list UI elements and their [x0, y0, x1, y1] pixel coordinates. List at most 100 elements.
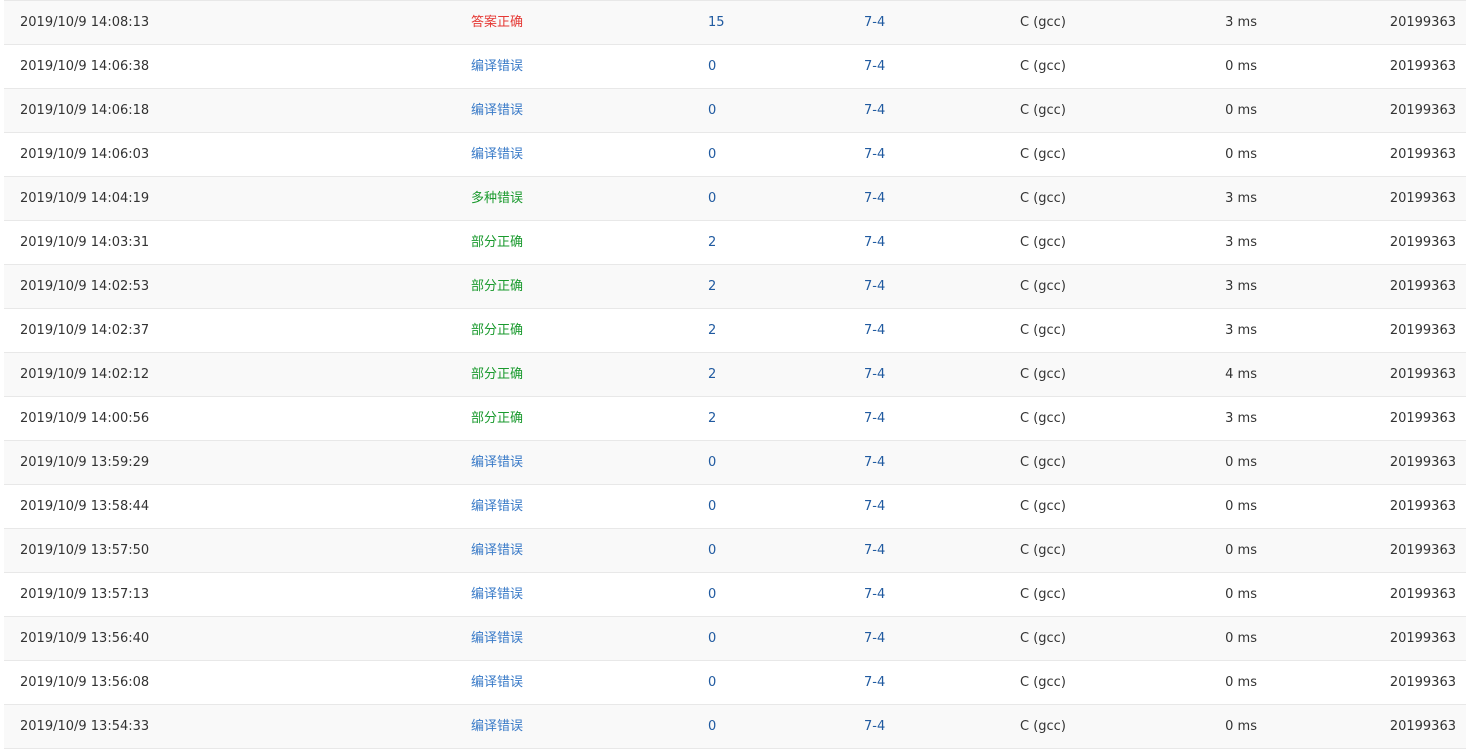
user-id: 20199363 — [1389, 587, 1456, 602]
run-time: 0 ms — [1225, 499, 1257, 514]
table-row: 2019/10/9 13:57:50 编译错误 0 7-4 C (gcc) 0 … — [4, 529, 1466, 573]
submit-time: 2019/10/9 14:04:19 — [20, 191, 150, 206]
status-link[interactable]: 多种错误 — [471, 177, 523, 220]
user-id: 20199363 — [1389, 367, 1456, 382]
run-time: 0 ms — [1225, 103, 1257, 118]
status-link[interactable]: 编译错误 — [471, 573, 523, 616]
score-link[interactable]: 0 — [708, 617, 716, 660]
score-link[interactable]: 2 — [708, 309, 716, 352]
status-link[interactable]: 编译错误 — [471, 617, 523, 660]
submit-time: 2019/10/9 14:03:31 — [20, 235, 150, 250]
score-link[interactable]: 2 — [708, 397, 716, 440]
run-time: 3 ms — [1225, 235, 1257, 250]
run-time: 3 ms — [1225, 323, 1257, 338]
score-link[interactable]: 0 — [708, 573, 716, 616]
run-time: 0 ms — [1225, 587, 1257, 602]
score-link[interactable]: 2 — [708, 353, 716, 396]
run-time: 3 ms — [1225, 279, 1257, 294]
compiler-label: C (gcc) — [1020, 411, 1066, 426]
run-time: 3 ms — [1225, 15, 1257, 30]
compiler-label: C (gcc) — [1020, 191, 1066, 206]
problem-link[interactable]: 7-4 — [864, 353, 885, 396]
status-link[interactable]: 编译错误 — [471, 529, 523, 572]
table-row: 2019/10/9 14:06:38 编译错误 0 7-4 C (gcc) 0 … — [4, 45, 1466, 89]
score-link[interactable]: 0 — [708, 485, 716, 528]
table-row: 2019/10/9 13:54:33 编译错误 0 7-4 C (gcc) 0 … — [4, 705, 1466, 749]
problem-link[interactable]: 7-4 — [864, 309, 885, 352]
run-time: 0 ms — [1225, 59, 1257, 74]
problem-link[interactable]: 7-4 — [864, 133, 885, 176]
problem-link[interactable]: 7-4 — [864, 661, 885, 704]
problem-link[interactable]: 7-4 — [864, 529, 885, 572]
user-id: 20199363 — [1389, 15, 1456, 30]
status-link[interactable]: 答案正确 — [471, 1, 523, 44]
status-link[interactable]: 编译错误 — [471, 89, 523, 132]
user-id: 20199363 — [1389, 543, 1456, 558]
user-id: 20199363 — [1389, 499, 1456, 514]
submit-time: 2019/10/9 14:06:18 — [20, 103, 150, 118]
score-link[interactable]: 0 — [708, 89, 716, 132]
user-id: 20199363 — [1389, 235, 1456, 250]
score-link[interactable]: 2 — [708, 265, 716, 308]
score-link[interactable]: 0 — [708, 441, 716, 484]
score-link[interactable]: 0 — [708, 177, 716, 220]
problem-link[interactable]: 7-4 — [864, 1, 885, 44]
problem-link[interactable]: 7-4 — [864, 705, 885, 748]
table-row: 2019/10/9 13:57:13 编译错误 0 7-4 C (gcc) 0 … — [4, 573, 1466, 617]
status-link[interactable]: 编译错误 — [471, 45, 523, 88]
table-row: 2019/10/9 13:56:40 编译错误 0 7-4 C (gcc) 0 … — [4, 617, 1466, 661]
problem-link[interactable]: 7-4 — [864, 573, 885, 616]
run-time: 4 ms — [1225, 367, 1257, 382]
status-link[interactable]: 编译错误 — [471, 485, 523, 528]
status-link[interactable]: 部分正确 — [471, 221, 523, 264]
user-id: 20199363 — [1389, 323, 1456, 338]
score-link[interactable]: 0 — [708, 705, 716, 748]
run-time: 0 ms — [1225, 455, 1257, 470]
submit-time: 2019/10/9 14:08:13 — [20, 15, 150, 30]
compiler-label: C (gcc) — [1020, 147, 1066, 162]
user-id: 20199363 — [1389, 411, 1456, 426]
problem-link[interactable]: 7-4 — [864, 45, 885, 88]
status-link[interactable]: 编译错误 — [471, 705, 523, 748]
submit-time: 2019/10/9 13:57:50 — [20, 543, 150, 558]
problem-link[interactable]: 7-4 — [864, 89, 885, 132]
problem-link[interactable]: 7-4 — [864, 221, 885, 264]
score-link[interactable]: 0 — [708, 661, 716, 704]
table-row: 2019/10/9 14:04:19 多种错误 0 7-4 C (gcc) 3 … — [4, 177, 1466, 221]
submit-time: 2019/10/9 13:54:33 — [20, 719, 150, 734]
user-id: 20199363 — [1389, 719, 1456, 734]
user-id: 20199363 — [1389, 103, 1456, 118]
user-id: 20199363 — [1389, 147, 1456, 162]
score-link[interactable]: 0 — [708, 133, 716, 176]
status-link[interactable]: 部分正确 — [471, 353, 523, 396]
status-link[interactable]: 编译错误 — [471, 661, 523, 704]
compiler-label: C (gcc) — [1020, 675, 1066, 690]
submit-time: 2019/10/9 14:06:38 — [20, 59, 150, 74]
problem-link[interactable]: 7-4 — [864, 617, 885, 660]
compiler-label: C (gcc) — [1020, 543, 1066, 558]
status-link[interactable]: 部分正确 — [471, 397, 523, 440]
run-time: 0 ms — [1225, 719, 1257, 734]
problem-link[interactable]: 7-4 — [864, 397, 885, 440]
problem-link[interactable]: 7-4 — [864, 177, 885, 220]
status-link[interactable]: 编译错误 — [471, 133, 523, 176]
compiler-label: C (gcc) — [1020, 235, 1066, 250]
compiler-label: C (gcc) — [1020, 323, 1066, 338]
compiler-label: C (gcc) — [1020, 279, 1066, 294]
table-row: 2019/10/9 14:02:37 部分正确 2 7-4 C (gcc) 3 … — [4, 309, 1466, 353]
status-link[interactable]: 编译错误 — [471, 441, 523, 484]
table-row: 2019/10/9 14:08:13 答案正确 15 7-4 C (gcc) 3… — [4, 1, 1466, 45]
status-link[interactable]: 部分正确 — [471, 265, 523, 308]
score-link[interactable]: 2 — [708, 221, 716, 264]
status-link[interactable]: 部分正确 — [471, 309, 523, 352]
problem-link[interactable]: 7-4 — [864, 265, 885, 308]
score-link[interactable]: 0 — [708, 529, 716, 572]
table-row: 2019/10/9 14:00:56 部分正确 2 7-4 C (gcc) 3 … — [4, 397, 1466, 441]
user-id: 20199363 — [1389, 59, 1456, 74]
problem-link[interactable]: 7-4 — [864, 485, 885, 528]
table-row: 2019/10/9 14:03:31 部分正确 2 7-4 C (gcc) 3 … — [4, 221, 1466, 265]
problem-link[interactable]: 7-4 — [864, 441, 885, 484]
score-link[interactable]: 0 — [708, 45, 716, 88]
score-link[interactable]: 15 — [708, 1, 725, 44]
user-id: 20199363 — [1389, 279, 1456, 294]
